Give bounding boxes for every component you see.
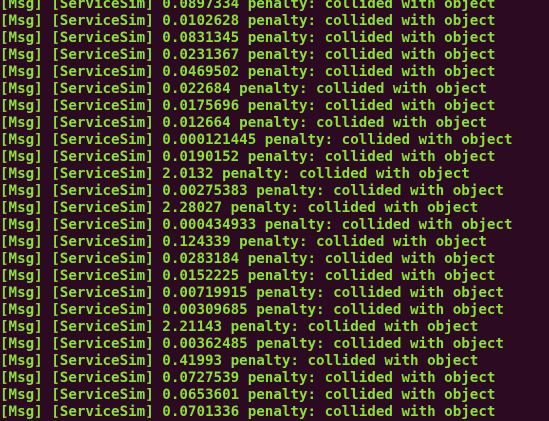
log-line: [Msg] [ServiceSim] 0.124339 penalty: col… (0, 234, 487, 250)
log-line: [Msg] [ServiceSim] 0.00719915 penalty: c… (0, 285, 504, 301)
log-line: [Msg] [ServiceSim] 0.0701336 penalty: co… (0, 404, 496, 420)
log-line: [Msg] [ServiceSim] 0.000121445 penalty: … (0, 132, 513, 148)
log-line: [Msg] [ServiceSim] 0.022684 penalty: col… (0, 81, 487, 97)
log-line: [Msg] [ServiceSim] 0.000434933 penalty: … (0, 217, 513, 233)
log-line: [Msg] [ServiceSim] 0.41993 penalty: coll… (0, 353, 479, 369)
log-line: [Msg] [ServiceSim] 0.0152225 penalty: co… (0, 268, 496, 284)
log-line: [Msg] [ServiceSim] 0.0102628 penalty: co… (0, 13, 496, 29)
log-line: [Msg] [ServiceSim] 0.012664 penalty: col… (0, 115, 487, 131)
log-line: [Msg] [ServiceSim] 0.0190152 penalty: co… (0, 149, 496, 165)
terminal-output[interactable]: [Msg] [ServiceSim] 0.0897334 penalty: co… (0, 0, 549, 421)
log-line: [Msg] [ServiceSim] 0.00309685 penalty: c… (0, 302, 504, 318)
log-line: [Msg] [ServiceSim] 0.0897334 penalty: co… (0, 0, 496, 12)
log-line: [Msg] [ServiceSim] 0.0175696 penalty: co… (0, 98, 496, 114)
log-line: [Msg] [ServiceSim] 0.0831345 penalty: co… (0, 30, 496, 46)
log-line: [Msg] [ServiceSim] 0.0231367 penalty: co… (0, 47, 496, 63)
log-line: [Msg] [ServiceSim] 2.28027 penalty: coll… (0, 200, 479, 216)
log-line: [Msg] [ServiceSim] 0.0653601 penalty: co… (0, 387, 496, 403)
log-line: [Msg] [ServiceSim] 0.0283184 penalty: co… (0, 251, 496, 267)
log-line: [Msg] [ServiceSim] 0.0727539 penalty: co… (0, 370, 496, 386)
log-line: [Msg] [ServiceSim] 0.00275383 penalty: c… (0, 183, 504, 199)
log-line: [Msg] [ServiceSim] 2.0132 penalty: colli… (0, 166, 470, 182)
log-line: [Msg] [ServiceSim] 0.0469502 penalty: co… (0, 64, 496, 80)
log-line: [Msg] [ServiceSim] 0.00362485 penalty: c… (0, 336, 504, 352)
log-line: [Msg] [ServiceSim] 2.21143 penalty: coll… (0, 319, 479, 335)
